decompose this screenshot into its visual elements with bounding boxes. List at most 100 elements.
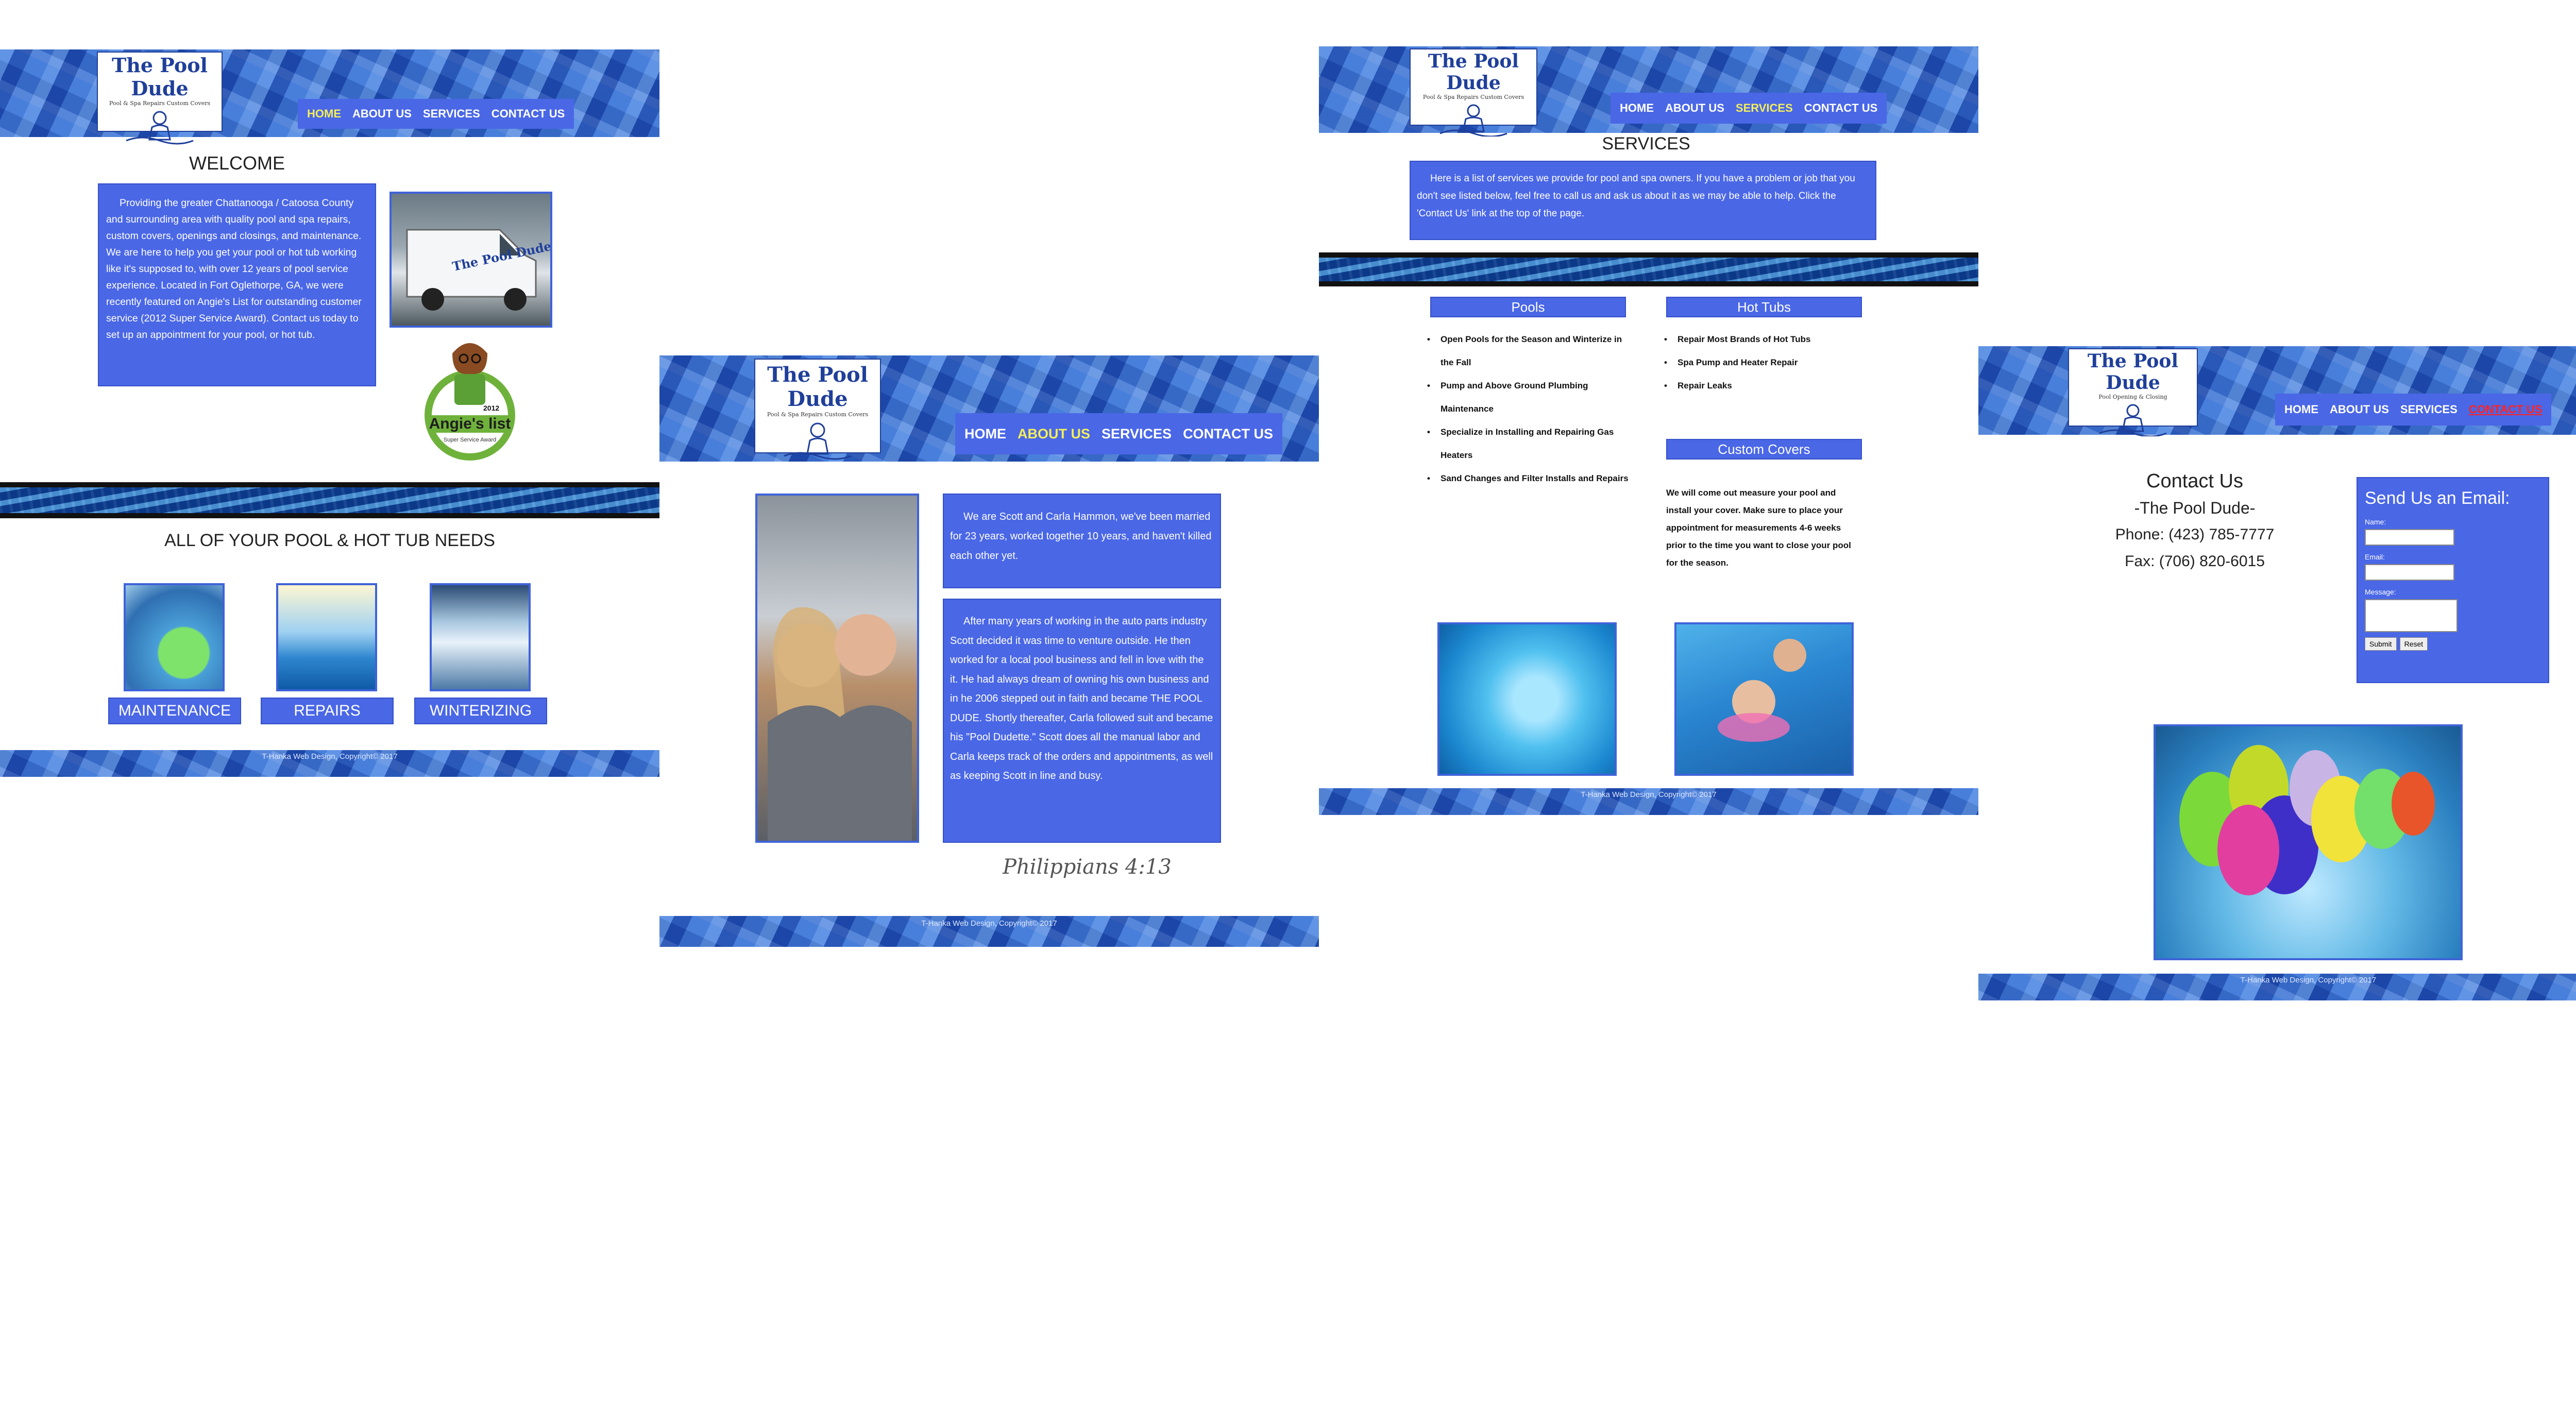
main-nav: HOME ABOUT US SERVICES CONTACT US — [1611, 93, 1887, 124]
water-divider — [1319, 252, 1978, 286]
nav-services[interactable]: SERVICES — [419, 107, 484, 121]
site-header: The Pool Dude Pool & Spa Repairs Custom … — [659, 355, 1319, 462]
contact-phone: Phone: (423) 785-7777 — [2115, 526, 2275, 543]
main-nav: HOME ABOUT US SERVICES CONTACT US — [2275, 394, 2552, 426]
nav-about-us[interactable]: ABOUT US — [1661, 101, 1728, 115]
nav-home[interactable]: HOME — [303, 107, 345, 121]
services-intro-box: Here is a list of services we provide fo… — [1410, 161, 1876, 240]
welcome-heading: WELCOME — [189, 152, 285, 174]
repairs-button[interactable]: REPAIRS — [261, 698, 394, 724]
home-page-panel: The Pool Dude Pool & Spa Repairs Custom … — [0, 49, 659, 781]
site-logo[interactable]: The Pool Dude Pool Opening & Closing — [2068, 348, 2198, 436]
winterizing-button[interactable]: WINTERIZING — [414, 698, 547, 724]
logo-title: The Pool Dude — [767, 363, 868, 411]
logo-subtitle: Pool Opening & Closing — [2098, 394, 2167, 400]
email-form-title: Send Us an Email: — [2365, 488, 2510, 508]
submit-button[interactable]: Submit — [2365, 637, 2397, 651]
pool-dude-mascot-icon — [1439, 104, 1507, 137]
needs-heading: ALL OF YOUR POOL & HOT TUB NEEDS — [164, 531, 495, 550]
pools-item: Specialize in Installing and Repairing G… — [1427, 420, 1636, 467]
contact-name: -The Pool Dude- — [2134, 499, 2256, 517]
nav-services[interactable]: SERVICES — [2396, 403, 2462, 416]
main-nav: HOME ABOUT US SERVICES CONTACT US — [955, 413, 1283, 454]
form-buttons: Submit Reset — [2365, 637, 2541, 651]
hot-tubs-item: Spa Pump and Heater Repair — [1664, 351, 1863, 374]
water-divider — [0, 482, 659, 518]
site-footer: T-Hanka Web Design, Copyright© 2017 — [1319, 788, 1978, 815]
nav-about-us[interactable]: ABOUT US — [1013, 426, 1094, 442]
custom-covers-text: We will come out measure your pool and i… — [1666, 488, 1851, 568]
nav-contact-us[interactable]: CONTACT US — [487, 107, 569, 121]
hot-tubs-list: Repair Most Brands of Hot Tubs Spa Pump … — [1664, 328, 1863, 397]
contact-page-panel: The Pool Dude Pool Opening & Closing HOM… — [1978, 346, 2576, 1006]
nav-contact-us[interactable]: CONTACT US — [1179, 426, 1277, 442]
main-nav: HOME ABOUT US SERVICES CONTACT US — [298, 99, 574, 129]
nav-about-us[interactable]: ABOUT US — [348, 107, 416, 121]
intro-text-box: Providing the greater Chattanooga / Cato… — [98, 183, 376, 386]
nav-contact-us[interactable]: CONTACT US — [1800, 101, 1882, 115]
nav-about-us[interactable]: ABOUT US — [2326, 403, 2393, 416]
nav-contact-us[interactable]: CONTACT US — [2465, 403, 2547, 416]
contact-fax: Fax: (706) 820-6015 — [2125, 553, 2265, 570]
pools-item: Pump and Above Ground Plumbing Maintenan… — [1427, 374, 1636, 420]
services-heading: SERVICES — [1602, 134, 1690, 154]
site-logo[interactable]: The Pool Dude Pool & Spa Repairs Custom … — [1410, 48, 1537, 137]
site-logo[interactable]: The Pool Dude Pool & Spa Repairs Custom … — [97, 52, 223, 145]
site-header: The Pool Dude Pool & Spa Repairs Custom … — [1319, 46, 1978, 137]
logo-title: The Pool Dude — [112, 54, 208, 100]
logo-subtitle: Pool & Spa Repairs Custom Covers — [1422, 94, 1524, 100]
email-field[interactable] — [2365, 564, 2454, 581]
pools-title: Pools — [1430, 297, 1626, 317]
pool-dude-mascot-icon — [126, 111, 194, 145]
van-icon: The Pool Dude — [406, 229, 550, 311]
hot-tubs-item: Repair Most Brands of Hot Tubs — [1664, 328, 1863, 351]
intro-text: Providing the greater Chattanooga / Cato… — [106, 197, 362, 341]
pool-balloons-image — [2179, 745, 2435, 895]
footer-text: T-Hanka Web Design, Copyright© 2017 — [2240, 976, 2377, 984]
badge-year: 2012 — [483, 404, 500, 412]
email-label: Email: — [2365, 553, 2385, 561]
owners-photo-image — [768, 607, 912, 841]
about-para1-box: We are Scott and Carla Hammon, we've bee… — [943, 494, 1221, 588]
winterizing-photo — [430, 583, 531, 691]
about-page-panel: The Pool Dude Pool & Spa Repairs Custom … — [659, 355, 1319, 948]
services-intro: Here is a list of services we provide fo… — [1417, 173, 1855, 219]
repairs-photo — [276, 583, 377, 691]
services-page-panel: The Pool Dude Pool & Spa Repairs Custom … — [1319, 46, 1978, 819]
message-field[interactable] — [2365, 599, 2458, 632]
footer-text: T-Hanka Web Design, Copyright© 2017 — [921, 919, 1057, 928]
footer-text: T-Hanka Web Design, Copyright© 2017 — [262, 752, 398, 761]
hot-tubs-title: Hot Tubs — [1666, 297, 1862, 317]
kids-swimming-photo — [1674, 622, 1854, 776]
message-label: Message: — [2365, 588, 2396, 596]
logo-subtitle: Pool & Spa Repairs Custom Covers — [109, 100, 211, 107]
logo-title: The Pool Dude — [1428, 50, 1519, 94]
contact-info: Contact Us -The Pool Dude- Phone: (423) … — [2081, 468, 2308, 575]
about-para2-box: After many years of working in the auto … — [943, 599, 1221, 843]
maintenance-button[interactable]: MAINTENANCE — [108, 698, 241, 724]
hot-tubs-item: Repair Leaks — [1664, 374, 1863, 397]
pool-dude-mascot-icon — [784, 422, 852, 460]
bible-verse: Philippians 4:13 — [1003, 855, 1172, 879]
angies-list-badge-icon — [425, 343, 515, 461]
about-para1: We are Scott and Carla Hammon, we've bee… — [950, 511, 1212, 562]
name-label: Name: — [2365, 518, 2386, 526]
name-field[interactable] — [2365, 529, 2454, 546]
pools-item: Open Pools for the Season and Winterize … — [1427, 328, 1636, 374]
site-footer: T-Hanka Web Design, Copyright© 2017 — [1978, 974, 2576, 1000]
email-form: Send Us an Email: Name: Email: Message: … — [2357, 477, 2549, 683]
nav-services[interactable]: SERVICES — [1732, 101, 1797, 115]
reset-button[interactable]: Reset — [2399, 637, 2428, 651]
angies-list-badge: Angie's list 2012 Super Service Award — [422, 338, 517, 467]
logo-title: The Pool Dude — [2087, 350, 2179, 394]
owners-photo — [755, 494, 919, 843]
nav-home[interactable]: HOME — [2280, 403, 2323, 416]
kids-swimming-image — [1718, 639, 1806, 742]
site-logo[interactable]: The Pool Dude Pool & Spa Repairs Custom … — [754, 359, 881, 460]
site-footer: T-Hanka Web Design, Copyright© 2017 — [0, 750, 659, 777]
badge-sub: Super Service Award — [443, 437, 497, 443]
nav-home[interactable]: HOME — [960, 426, 1010, 442]
nav-services[interactable]: SERVICES — [1097, 426, 1176, 442]
nav-home[interactable]: HOME — [1616, 101, 1658, 115]
service-van-photo: The Pool Dude — [389, 192, 552, 328]
